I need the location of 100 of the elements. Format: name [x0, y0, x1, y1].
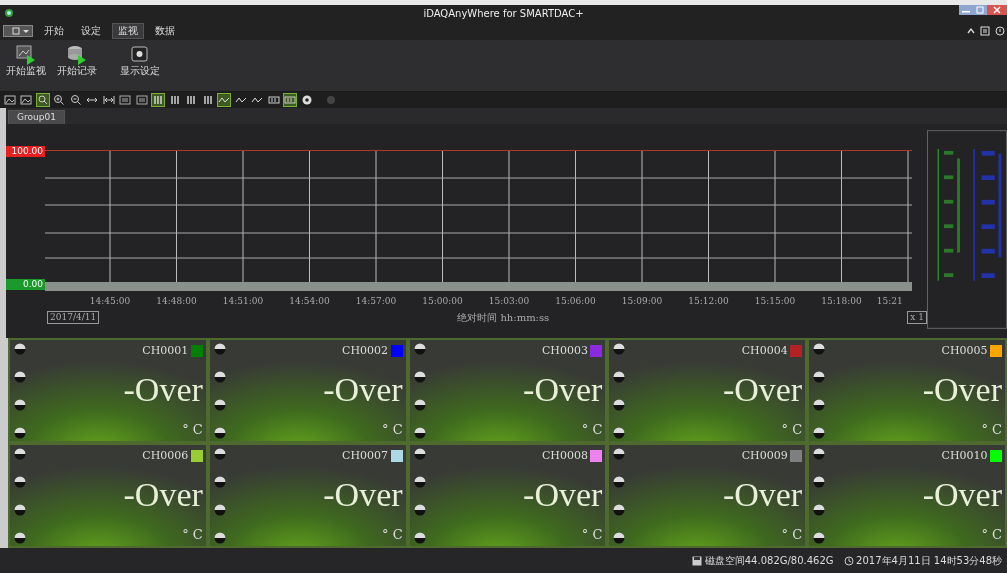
- time-label: 15:18:00: [820, 295, 863, 308]
- channel-name: CH0009: [741, 448, 788, 464]
- scale-min-label: 0.00: [6, 279, 45, 290]
- database-icon: [65, 44, 88, 65]
- ribbon-tab[interactable]: 监视: [111, 23, 144, 39]
- alarm-lamp-icon: [813, 504, 826, 516]
- alarm-lamp-icon: [413, 399, 426, 411]
- alarm-lamp-icon: [413, 448, 426, 460]
- ribbon-button[interactable]: 开始监视: [2, 42, 49, 78]
- channel-value: -Over: [123, 475, 203, 514]
- ribbon-button[interactable]: 开始记录: [53, 42, 100, 78]
- alarm-lamp-icon: [613, 532, 626, 544]
- digits-icon: [267, 94, 280, 106]
- unit-label: ° C: [781, 525, 803, 544]
- disk-space-text: 磁盘空间44.082G/80.462G: [704, 554, 834, 568]
- app-logo-icon: [4, 8, 14, 18]
- alarm-lamp-icon: [14, 399, 26, 411]
- columns-button[interactable]: [151, 93, 165, 107]
- picture-button[interactable]: [19, 93, 33, 107]
- alarm-lamp-icon: [14, 427, 26, 439]
- time-label: 14:54:00: [288, 295, 331, 308]
- collapse-icon[interactable]: [966, 27, 975, 35]
- scale-max-label: 100.00: [6, 146, 45, 157]
- alarm-lamp-icon: [813, 448, 826, 460]
- channel-value: -Over: [323, 475, 403, 514]
- chart-icon: [14, 44, 37, 65]
- time-label: 15:00:00: [421, 295, 464, 308]
- time-label: 15:15:00: [753, 295, 797, 308]
- alarm-lamp-icon: [813, 532, 826, 544]
- alarm-lamp-icon: [613, 448, 626, 460]
- shrink-button[interactable]: [101, 93, 116, 107]
- alarm-lamp-icon: [413, 371, 426, 383]
- channel-value: -Over: [922, 475, 1002, 514]
- alarm-lamp-icon: [813, 476, 826, 488]
- picture-icon: [3, 94, 16, 106]
- alarm-lamp-icon: [413, 532, 426, 544]
- channel-value: -Over: [722, 475, 803, 514]
- columns-button[interactable]: [184, 93, 198, 107]
- unit-label: ° C: [581, 420, 603, 439]
- zoom-button[interactable]: [35, 93, 50, 107]
- channel-value: -Over: [323, 370, 403, 409]
- alarm-lamp-icon: [213, 448, 226, 460]
- window-icon[interactable]: [979, 26, 990, 36]
- alarm-lamp-icon: [14, 371, 26, 383]
- ribbon-tab[interactable]: 开始: [37, 23, 70, 39]
- zoom-label[interactable]: x 1: [907, 310, 927, 324]
- alarm-lamp-icon: [613, 399, 626, 411]
- time-label: 15:09:00: [620, 295, 664, 308]
- help-icon[interactable]: [994, 26, 1005, 36]
- alarm-lamp-icon: [14, 504, 26, 516]
- zoom-out-button[interactable]: [68, 93, 83, 107]
- unit-label: ° C: [581, 525, 603, 544]
- alarm-lamp-icon: [413, 476, 426, 488]
- alarm-lamp-icon: [813, 343, 826, 355]
- wave-button[interactable]: [217, 93, 231, 107]
- alarm-lamp-icon: [213, 343, 226, 355]
- group-tab[interactable]: Group01: [8, 110, 65, 124]
- columns-icon: [168, 94, 181, 106]
- alarm-lamp-icon: [14, 343, 26, 355]
- quick-access-icon[interactable]: [2, 25, 33, 37]
- alarm-lamp-icon: [413, 343, 426, 355]
- channel-name: CH0010: [941, 448, 988, 464]
- channel-value: -Over: [523, 370, 603, 409]
- channel-name: CH0007: [342, 448, 389, 464]
- alarm-lamp-icon: [813, 371, 826, 383]
- alarm-lamp-icon: [213, 504, 226, 516]
- columns-icon: [201, 94, 214, 106]
- date-time-text: 2017年4月11日 14时53分48秒: [856, 554, 1002, 568]
- axis-title: 绝对时间 hh:mm:ss: [457, 310, 550, 325]
- picture-icon: [20, 94, 32, 106]
- alarm-lamp-icon: [14, 448, 26, 460]
- ribbon-tab[interactable]: 数据: [148, 23, 181, 39]
- time-label: 14:45:00: [88, 295, 132, 308]
- channel-name: CH0001: [142, 343, 189, 359]
- digits-button[interactable]: [266, 93, 281, 107]
- alarm-lamp-icon: [613, 504, 626, 516]
- picture-button[interactable]: [2, 93, 17, 107]
- channel-name: CH0002: [342, 343, 389, 359]
- unit-label: ° C: [981, 525, 1002, 544]
- unit-label: ° C: [981, 420, 1002, 439]
- window-title: iDAQAnyWhere for SMARTDAC+: [423, 7, 584, 21]
- digits-icon: [284, 94, 296, 106]
- date-label: 2017/4/11: [47, 310, 100, 324]
- alarm-lamp-icon: [213, 476, 226, 488]
- close-icon[interactable]: [987, 5, 1007, 15]
- alarm-lamp-icon: [413, 427, 426, 439]
- columns-icon: [152, 94, 164, 106]
- alarm-lamp-icon: [813, 427, 826, 439]
- scroll-bar[interactable]: [45, 282, 912, 291]
- alarm-lamp-icon: [14, 532, 26, 544]
- unit-label: ° C: [781, 420, 803, 439]
- ribbon-tab[interactable]: 设定: [74, 23, 107, 39]
- unit-label: ° C: [182, 525, 203, 544]
- clock-icon: [843, 555, 854, 566]
- zoom-in-button[interactable]: [52, 93, 66, 107]
- zoom-icon: [36, 94, 49, 106]
- alarm-lamp-icon: [213, 427, 226, 439]
- time-label: 15:21: [875, 295, 904, 308]
- ribbon-button[interactable]: 显示设定: [116, 42, 163, 78]
- unit-label: ° C: [382, 420, 403, 439]
